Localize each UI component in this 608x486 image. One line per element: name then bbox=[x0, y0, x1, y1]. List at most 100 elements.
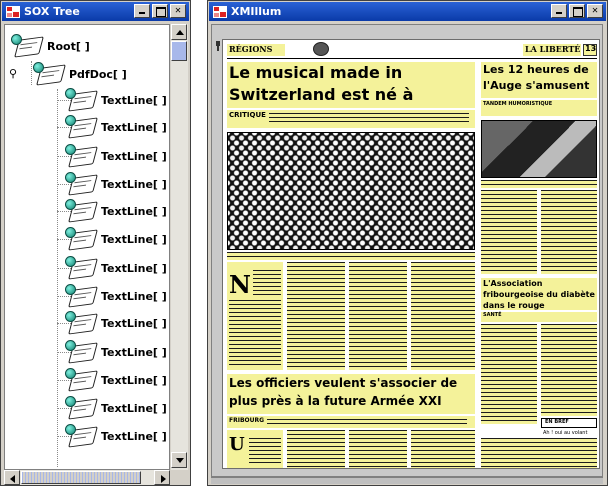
scroll-right-button[interactable] bbox=[154, 470, 170, 485]
event-photo bbox=[481, 120, 597, 178]
xmillum-window: XMIllum ✕ RÉGIONS LA LIBERTÉ 13 Le music… bbox=[207, 0, 608, 486]
scroll-up-button[interactable] bbox=[171, 24, 187, 40]
close-button[interactable]: ✕ bbox=[170, 4, 186, 18]
tree-node-textline[interactable]: TextLine[ ] bbox=[63, 256, 167, 280]
node-label: TextLine[ ] bbox=[101, 261, 167, 275]
article-text bbox=[481, 190, 537, 274]
tree-node-textline[interactable]: TextLine[ ] bbox=[63, 340, 167, 364]
document-canvas[interactable]: RÉGIONS LA LIBERTÉ 13 Le musical made in… bbox=[211, 24, 603, 477]
node-icon bbox=[31, 62, 66, 86]
close-button[interactable]: ✕ bbox=[587, 4, 603, 18]
article-text bbox=[349, 262, 407, 370]
maximize-icon bbox=[153, 5, 167, 17]
node-icon bbox=[63, 144, 98, 168]
tree-node-textline[interactable]: TextLine[ ] bbox=[63, 115, 167, 139]
tree-node-pdfdoc[interactable]: PdfDoc[ ] bbox=[31, 62, 127, 86]
right-headline: Les 12 heures de l'Auge s'amusent bbox=[483, 63, 590, 92]
node-label: TextLine[ ] bbox=[101, 429, 167, 443]
article-text bbox=[411, 430, 475, 468]
drop-cap: U bbox=[229, 434, 245, 455]
close-icon: ✕ bbox=[174, 5, 182, 16]
minimize-button[interactable] bbox=[134, 4, 150, 18]
node-icon bbox=[63, 311, 98, 335]
masthead: LA LIBERTÉ bbox=[525, 44, 581, 54]
tree-node-textline[interactable]: TextLine[ ] bbox=[63, 396, 167, 420]
tree-node-textline[interactable]: TextLine[ ] bbox=[63, 199, 167, 223]
scroll-down-button[interactable] bbox=[171, 452, 187, 468]
maximize-icon bbox=[570, 5, 584, 17]
node-label: TextLine[ ] bbox=[101, 232, 167, 246]
tree-view[interactable]: Root[ ] ⚲ PdfDoc[ ] TextLine[ ] TextLine… bbox=[4, 24, 170, 470]
window-title: SOX Tree bbox=[24, 5, 80, 18]
article-text bbox=[481, 438, 597, 468]
photo-caption bbox=[227, 252, 475, 260]
header-rule bbox=[227, 58, 597, 59]
tree-node-textline[interactable]: TextLine[ ] bbox=[63, 424, 167, 448]
node-icon bbox=[63, 227, 98, 251]
arrow-up-icon bbox=[176, 30, 184, 35]
node-icon bbox=[63, 340, 98, 364]
node-label: TextLine[ ] bbox=[101, 345, 167, 359]
node-icon bbox=[9, 34, 44, 58]
node-icon bbox=[63, 199, 98, 223]
xmillum-titlebar[interactable]: XMIllum ✕ bbox=[209, 2, 606, 21]
app-icon bbox=[213, 5, 227, 18]
brief-box-title: Ah ! oui au volant bbox=[543, 430, 588, 436]
main-deck-text bbox=[269, 113, 469, 125]
article-text bbox=[411, 262, 475, 370]
article-text bbox=[253, 270, 281, 296]
horizontal-scrollbar[interactable] bbox=[4, 470, 170, 485]
article-text bbox=[287, 262, 345, 370]
arrow-down-icon bbox=[176, 458, 184, 463]
tree-node-root[interactable]: Root[ ] bbox=[9, 34, 90, 58]
logo-emblem bbox=[313, 42, 329, 56]
sox-tree-titlebar[interactable]: SOX Tree ✕ bbox=[2, 2, 189, 21]
article-text bbox=[287, 430, 345, 468]
tree-node-textline[interactable]: TextLine[ ] bbox=[63, 368, 167, 392]
node-label: TextLine[ ] bbox=[101, 316, 167, 330]
node-label: TextLine[ ] bbox=[101, 120, 167, 134]
minimize-icon bbox=[552, 5, 566, 17]
collapse-handle-icon[interactable]: ⚲ bbox=[9, 67, 17, 80]
arrow-right-icon bbox=[161, 475, 166, 483]
node-label: TextLine[ ] bbox=[101, 289, 167, 303]
maximize-button[interactable] bbox=[569, 4, 585, 18]
node-label: Root[ ] bbox=[47, 39, 90, 53]
node-icon bbox=[63, 424, 98, 448]
article-text bbox=[541, 324, 597, 416]
vertical-scroll-thumb[interactable] bbox=[171, 41, 187, 61]
node-label: TextLine[ ] bbox=[101, 149, 167, 163]
maximize-button[interactable] bbox=[152, 4, 168, 18]
section-label: RÉGIONS bbox=[229, 44, 273, 54]
node-icon bbox=[63, 368, 98, 392]
window-status-bar bbox=[211, 477, 603, 484]
tree-node-textline[interactable]: TextLine[ ] bbox=[63, 311, 167, 335]
node-label: TextLine[ ] bbox=[101, 177, 167, 191]
minimize-icon bbox=[135, 5, 149, 17]
drop-cap: N bbox=[229, 270, 251, 299]
app-icon bbox=[6, 5, 20, 18]
node-label: TextLine[ ] bbox=[101, 401, 167, 415]
vertical-scrollbar[interactable] bbox=[171, 24, 188, 470]
node-label: TextLine[ ] bbox=[101, 373, 167, 387]
article-text bbox=[229, 300, 281, 368]
close-icon: ✕ bbox=[591, 5, 599, 16]
tree-connector bbox=[57, 89, 58, 467]
node-icon bbox=[63, 396, 98, 420]
scroll-left-button[interactable] bbox=[4, 470, 20, 485]
minimize-button[interactable] bbox=[551, 4, 567, 18]
tree-node-textline[interactable]: TextLine[ ] bbox=[63, 227, 167, 251]
newspaper-page: RÉGIONS LA LIBERTÉ 13 Le musical made in… bbox=[222, 39, 600, 469]
tree-node-textline[interactable]: TextLine[ ] bbox=[63, 88, 167, 112]
horizontal-scroll-thumb[interactable] bbox=[21, 471, 141, 484]
page-number: 13 bbox=[585, 44, 597, 53]
sox-tree-window: SOX Tree ✕ Root[ ] ⚲ PdfDoc[ ] TextLine[… bbox=[0, 0, 191, 486]
brief-box-label: EN BREF bbox=[545, 419, 569, 425]
tree-node-textline[interactable]: TextLine[ ] bbox=[63, 284, 167, 308]
lower-kicker: FRIBOURG bbox=[229, 417, 265, 424]
pin-icon bbox=[215, 41, 221, 51]
window-title: XMIllum bbox=[231, 5, 282, 18]
tree-node-textline[interactable]: TextLine[ ] bbox=[63, 144, 167, 168]
lower-deck-text bbox=[267, 419, 467, 427]
tree-node-textline[interactable]: TextLine[ ] bbox=[63, 172, 167, 196]
